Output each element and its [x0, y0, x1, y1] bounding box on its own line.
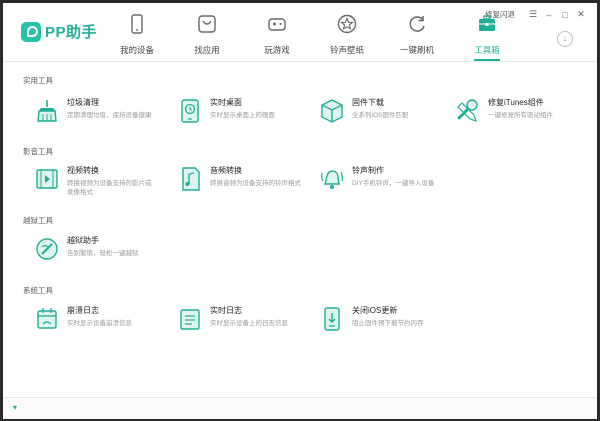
main-nav: 我的设备 找应用 玩游戏 铃声壁纸 一键刷机 工具箱 [103, 11, 523, 61]
log-icon [180, 309, 200, 330]
app-logo-text: PP助手 [45, 24, 98, 41]
calendar-icon [37, 308, 57, 329]
tool-desc: 实时显示设备崩溃信息 [67, 320, 132, 327]
window-controls: 修复闪退 ☰ – □ ✕ [485, 9, 589, 20]
broom-icon [37, 100, 57, 122]
tool-name: 垃圾清理 [67, 98, 99, 107]
download-arrow-icon: ↓ [562, 33, 568, 43]
nav-find-apps[interactable]: 找应用 [173, 11, 241, 61]
tool-text: 实时桌面 实时显示桌面上的画面 [210, 97, 275, 120]
tool-desc: 录像格式 [67, 189, 93, 196]
tool-desc: DIY手机铃声，一键导入设备 [352, 180, 435, 187]
title-bar: PP助手 我的设备 找应用 玩游戏 铃声壁纸 一键刷机 工具箱 修复闪退 ☰ –… [3, 3, 597, 62]
tool-desc: 转换视频为设备支持的影片或 [67, 180, 152, 187]
tool-name: 实时桌面 [210, 98, 242, 107]
music-icon [182, 167, 200, 191]
tool-disable-ios-update[interactable]: 关闭iOS更新 阻止固件预下载节约内存 [318, 305, 424, 333]
tool-ringtone-maker[interactable]: 铃声制作 DIY手机铃声，一键导入设备 [318, 165, 434, 193]
bell-icon [321, 170, 343, 189]
tool-text: 垃圾清理 定期清理垃圾，保持设备健康 [67, 97, 152, 120]
tool-text: 关闭iOS更新 阻止固件预下载节约内存 [352, 305, 424, 328]
box-icon [321, 99, 343, 123]
section-title-utilities: 实用工具 [23, 76, 53, 85]
wifi-icon[interactable]: ▾ [13, 403, 17, 412]
nav-label: 我的设备 [119, 45, 154, 55]
tool-video-convert[interactable]: 视频转换 转换视频为设备支持的影片或 录像格式 [33, 165, 152, 197]
tool-text: 实时日志 实时显示设备上的日志信息 [210, 305, 288, 328]
tool-desc: 转换音频为设备支持的铃声格式 [210, 180, 301, 187]
app-window: PP助手 我的设备 找应用 玩游戏 铃声壁纸 一键刷机 工具箱 修复闪退 ☰ –… [3, 3, 597, 419]
pp-logo-icon [21, 21, 41, 42]
tool-audio-convert[interactable]: 音频转换 转换音频为设备支持的铃声格式 [176, 165, 301, 193]
gamepad-icon [268, 18, 286, 31]
tool-name: 关闭iOS更新 [352, 306, 398, 315]
nav-label: 铃声壁纸 [329, 45, 364, 55]
tool-live-desktop[interactable]: 实时桌面 实时显示桌面上的画面 [176, 97, 275, 125]
tool-text: 铃声制作 DIY手机铃声，一键导入设备 [352, 165, 434, 188]
phone-icon [131, 14, 143, 34]
tool-desc: 定期清理垃圾，保持设备健康 [67, 112, 152, 119]
close-button[interactable]: ✕ [573, 9, 589, 20]
tool-firmware-download[interactable]: 固件下载 全系列iOS固件匹配 [318, 97, 408, 125]
tool-desc: 全系列iOS固件匹配 [352, 112, 409, 119]
tool-name: 音频转换 [210, 166, 242, 175]
tool-name: 修复iTunes组件 [488, 98, 544, 107]
tool-crash-log[interactable]: 崩溃日志 实时显示设备崩溃信息 [33, 305, 132, 333]
block-update-icon [324, 307, 340, 331]
tool-name: 越狱助手 [67, 236, 99, 245]
tool-text: 固件下载 全系列iOS固件匹配 [352, 97, 408, 120]
tool-jailbreak-helper[interactable]: 越狱助手 告别繁琐，轻松一键越狱 [33, 235, 139, 263]
tool-desc: 一键修复所有驱动组件 [488, 112, 553, 119]
film-icon [36, 169, 58, 189]
tool-name: 视频转换 [67, 166, 99, 175]
tool-desc: 告别繁琐，轻松一键越狱 [67, 250, 139, 257]
tool-name: 崩溃日志 [67, 306, 99, 315]
nav-one-click-flash[interactable]: 一键刷机 [383, 11, 451, 61]
refresh-icon [409, 16, 425, 32]
tool-name: 固件下载 [352, 98, 384, 107]
tool-live-log[interactable]: 实时日志 实时显示设备上的日志信息 [176, 305, 288, 333]
tool-name: 铃声制作 [352, 166, 384, 175]
monitor-icon [181, 99, 199, 123]
section-title-system: 系统工具 [23, 286, 53, 295]
jailbreak-icon [36, 238, 58, 260]
nav-label: 玩游戏 [264, 45, 290, 55]
tool-text: 修复iTunes组件 一键修复所有驱动组件 [488, 97, 553, 120]
maximize-button[interactable]: □ [557, 10, 573, 20]
nav-label: 一键刷机 [399, 45, 434, 55]
toolbox-content: 实用工具 垃圾清理 定期清理垃圾，保持设备健康 实时桌面 实时显示桌面上的画面 … [3, 62, 597, 397]
wrench-icon [457, 99, 478, 122]
tool-text: 越狱助手 告别繁琐，轻松一键越狱 [67, 235, 139, 258]
section-title-jailbreak: 越狱工具 [23, 216, 53, 225]
tool-text: 音频转换 转换音频为设备支持的铃声格式 [210, 165, 301, 188]
repair-crash-link[interactable]: 修复闪退 [485, 9, 515, 20]
nav-ringtones-wallpapers[interactable]: 铃声壁纸 [313, 11, 381, 61]
status-bar: ▾ [3, 397, 597, 419]
download-manager-button[interactable]: ↓ [557, 31, 573, 47]
nav-label: 工具箱 [474, 45, 500, 55]
app-logo: PP助手 [21, 21, 97, 42]
tool-text: 崩溃日志 实时显示设备崩溃信息 [67, 305, 132, 328]
nav-my-device[interactable]: 我的设备 [103, 11, 171, 61]
app-store-icon [198, 15, 216, 33]
tool-desc: 实时显示设备上的日志信息 [210, 320, 288, 327]
section-title-media: 影音工具 [23, 147, 53, 156]
minimize-button[interactable]: – [541, 10, 557, 20]
active-tab-indicator [474, 59, 500, 61]
tool-name: 实时日志 [210, 306, 242, 315]
nav-play-games[interactable]: 玩游戏 [243, 11, 311, 61]
tool-junk-clean[interactable]: 垃圾清理 定期清理垃圾，保持设备健康 [33, 97, 152, 125]
tool-desc: 阻止固件预下载节约内存 [352, 320, 424, 327]
nav-label: 找应用 [194, 45, 220, 55]
star-icon [337, 14, 357, 34]
tool-text: 视频转换 转换视频为设备支持的影片或 录像格式 [67, 165, 152, 197]
menu-button[interactable]: ☰ [525, 9, 541, 20]
tool-desc: 实时显示桌面上的画面 [210, 112, 275, 119]
tool-repair-itunes[interactable]: 修复iTunes组件 一键修复所有驱动组件 [454, 97, 553, 125]
